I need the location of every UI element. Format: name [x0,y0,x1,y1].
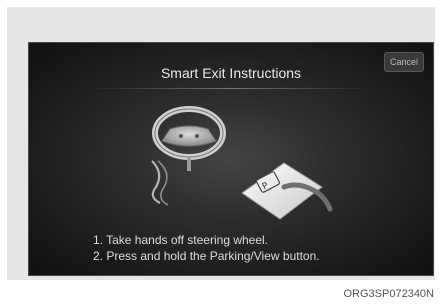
smart-exit-screen: Smart Exit Instructions Cancel P 1. Take… [28,42,434,276]
hand-icon [151,160,169,206]
cancel-button[interactable]: Cancel [384,52,424,72]
steering-wheel-icon [152,106,226,171]
title-divider [89,88,373,89]
figure-code: ORG3SP072340N [343,288,435,300]
instruction-step-2: 2. Press and hold the Parking/View butto… [93,249,320,263]
screen-title: Smart Exit Instructions [160,65,302,81]
instructions-list: 1. Take hands off steering wheel. 2. Pre… [93,232,320,264]
instruction-illustration: P [151,106,333,220]
instruction-step-1: 1. Take hands off steering wheel. [93,233,269,247]
